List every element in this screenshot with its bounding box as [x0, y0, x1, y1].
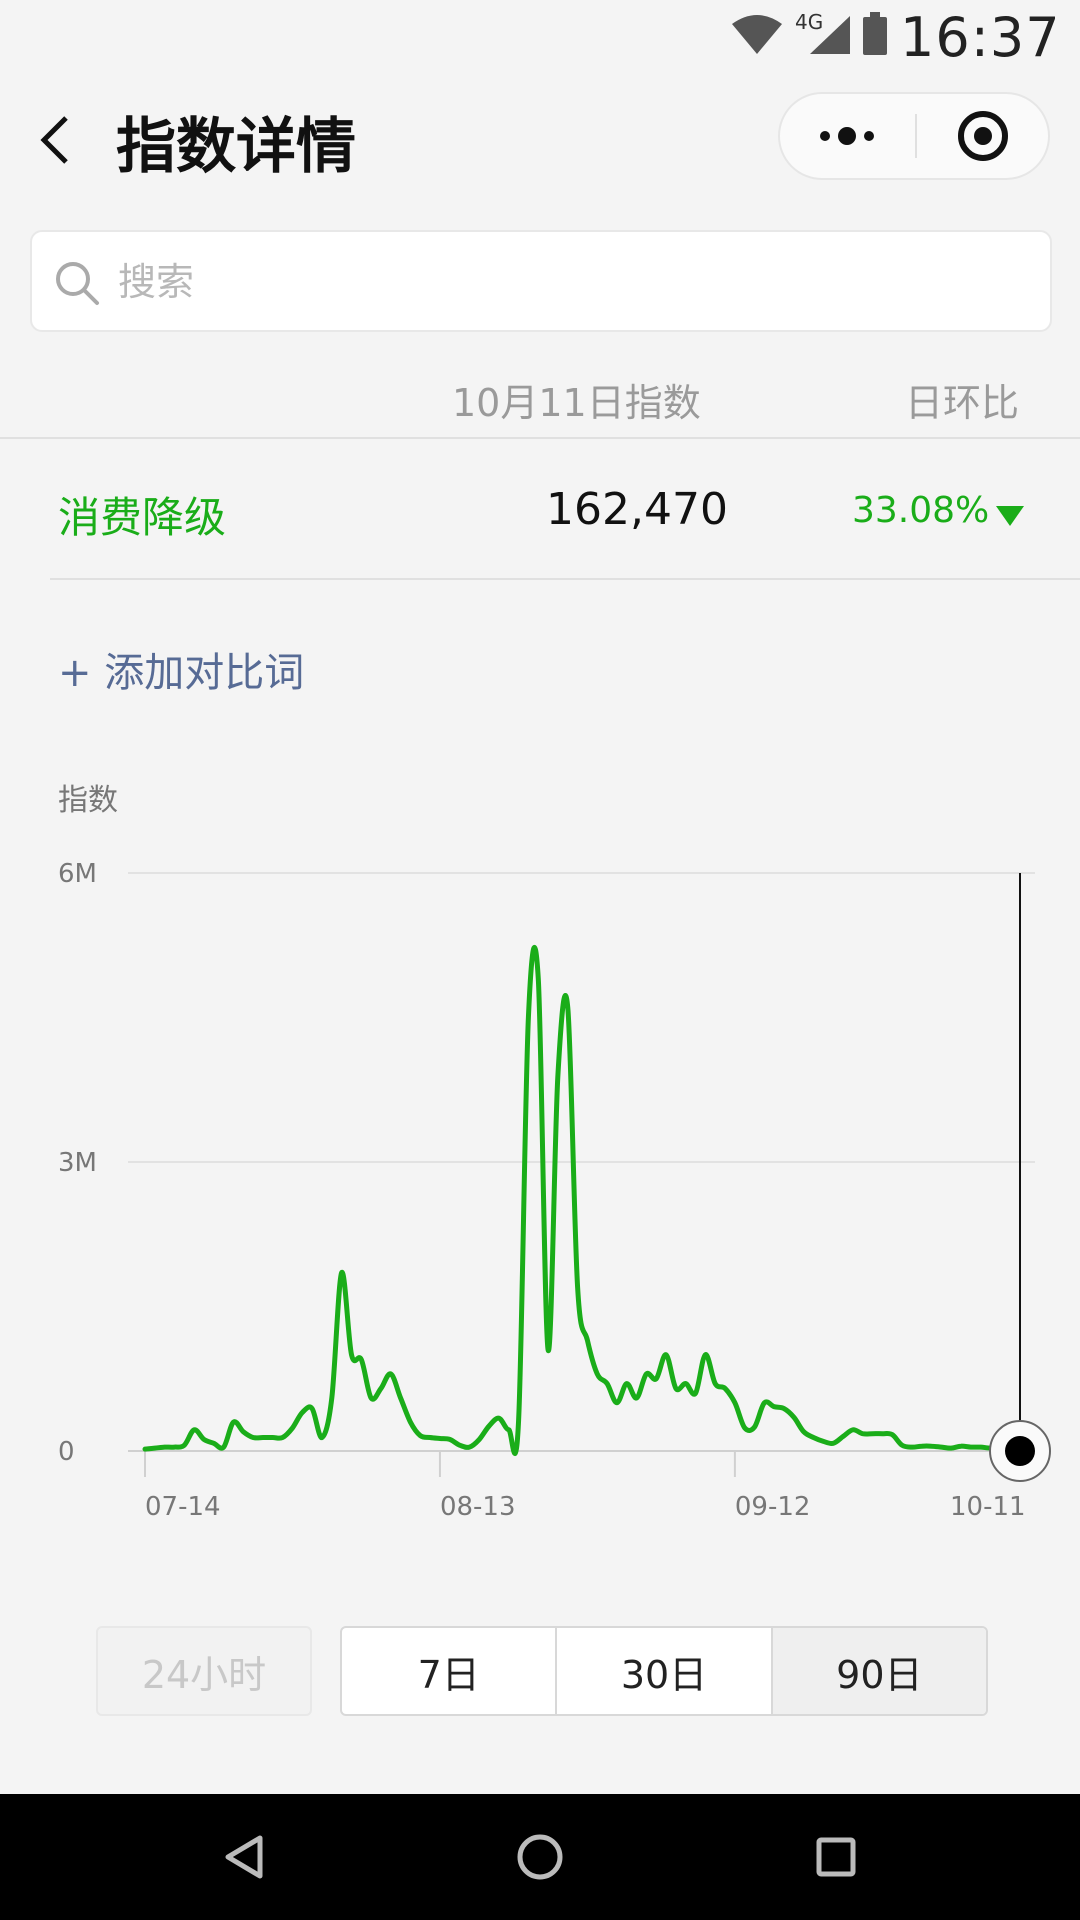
search-input[interactable]	[116, 250, 1020, 314]
index-value: 162,470	[546, 484, 728, 535]
x-tick-label: 10-11	[950, 1492, 1026, 1522]
daily-change-value: 33.08%	[852, 490, 990, 531]
search-box[interactable]	[30, 230, 1052, 332]
x-tick-label: 09-12	[735, 1492, 811, 1522]
period-30d-button[interactable]: 30日	[557, 1628, 773, 1714]
down-triangle-icon	[996, 506, 1024, 526]
y-tick-label: 0	[58, 1437, 75, 1467]
system-navigation-bar	[0, 1794, 1080, 1920]
series-line	[142, 944, 1023, 1456]
add-compare-word-link[interactable]: + 添加对比词	[58, 640, 304, 698]
period-7d-button[interactable]: 7日	[342, 1628, 558, 1714]
back-button[interactable]	[30, 100, 90, 180]
period-90d-button[interactable]: 90日	[772, 1628, 986, 1714]
target-close-icon	[958, 111, 1008, 161]
cursor-dot	[1005, 1436, 1035, 1466]
close-miniprogram-button[interactable]	[917, 94, 1048, 178]
circle-home-icon	[517, 1834, 563, 1880]
battery-icon	[863, 12, 887, 55]
y-axis-title: 指数	[58, 783, 118, 818]
period-segmented-control: 7日 30日 90日	[340, 1626, 988, 1716]
cell-signal-icon	[810, 16, 850, 54]
x-tick-label: 07-14	[145, 1492, 221, 1522]
nav-back-button[interactable]	[184, 1814, 304, 1900]
y-tick-label: 6M	[58, 859, 97, 889]
page-title: 指数详情	[116, 112, 356, 182]
period-24h-button: 24小时	[96, 1626, 312, 1716]
search-icon	[56, 262, 99, 305]
square-recents-icon	[816, 1837, 856, 1877]
index-line-chart[interactable]: 指数 0 3M 6M 07-14 08-13 09-12 10-11	[0, 770, 1080, 1530]
column-header-daily-change: 日环比	[905, 381, 1020, 425]
mini-program-capsule	[778, 92, 1050, 180]
chevron-left-icon	[40, 116, 68, 164]
y-tick-label: 3M	[58, 1148, 97, 1178]
more-dots-icon	[820, 127, 874, 145]
keyword-label[interactable]: 消费降级	[58, 484, 226, 545]
more-button[interactable]	[780, 94, 914, 178]
nav-home-button[interactable]	[480, 1814, 600, 1900]
triangle-back-icon	[225, 1835, 263, 1879]
nav-recents-button[interactable]	[776, 1814, 896, 1900]
column-header-date-index: 10月11日指数	[452, 381, 701, 425]
divider	[0, 437, 1080, 439]
status-bar: 4G 16:37	[0, 0, 1080, 72]
x-tick-label: 08-13	[440, 1492, 516, 1522]
wifi-icon	[732, 15, 782, 54]
clock: 16:37	[900, 6, 1061, 69]
divider	[50, 578, 1080, 580]
